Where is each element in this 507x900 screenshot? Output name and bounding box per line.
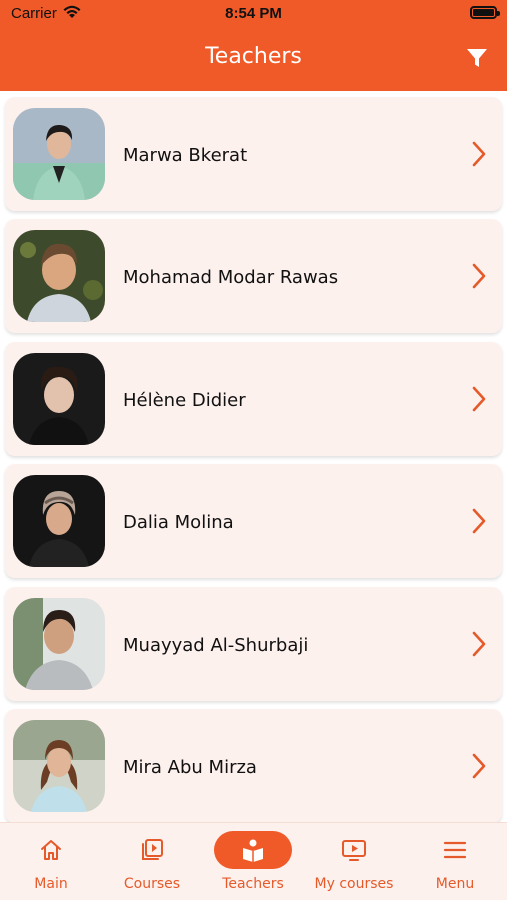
chevron-right-icon xyxy=(472,386,486,412)
teacher-name: Mohamad Modar Rawas xyxy=(123,267,339,288)
tab-my-courses[interactable]: My courses xyxy=(304,823,404,900)
teacher-avatar xyxy=(13,598,105,690)
teacher-name: Hélène Didier xyxy=(123,390,246,411)
teacher-avatar xyxy=(13,108,105,200)
chevron-right-icon xyxy=(472,631,486,657)
tab-courses[interactable]: Courses xyxy=(102,823,202,900)
teacher-name: Mira Abu Mirza xyxy=(123,757,257,778)
page-title: Teachers xyxy=(205,44,302,69)
status-bar: Carrier 8:54 PM xyxy=(0,0,507,30)
chevron-right-icon xyxy=(472,263,486,289)
teacher-avatar xyxy=(13,475,105,567)
teacher-name: Dalia Molina xyxy=(123,512,234,533)
teacher-card[interactable]: Marwa Bkerat xyxy=(5,97,502,211)
bottom-tab-bar: Main Courses Teachers My courses Menu xyxy=(0,822,507,900)
teacher-card[interactable]: Muayyad Al-Shurbaji xyxy=(5,587,502,701)
teacher-card[interactable]: Mohamad Modar Rawas xyxy=(5,219,502,333)
status-time: 8:54 PM xyxy=(225,5,282,22)
tab-teachers[interactable]: Teachers xyxy=(203,823,303,900)
tab-label: My courses xyxy=(314,876,394,892)
battery-icon xyxy=(470,6,500,19)
teacher-card[interactable]: Dalia Molina xyxy=(5,464,502,578)
courses-icon xyxy=(142,839,163,860)
teacher-icon xyxy=(243,839,263,862)
teacher-card[interactable]: Mira Abu Mirza xyxy=(5,709,502,822)
tab-label: Teachers xyxy=(222,876,284,892)
teacher-name: Muayyad Al-Shurbaji xyxy=(123,635,309,656)
chevron-right-icon xyxy=(472,508,486,534)
home-icon xyxy=(41,840,61,860)
menu-icon xyxy=(443,841,467,859)
tab-menu[interactable]: Menu xyxy=(405,823,505,900)
tab-label: Main xyxy=(34,876,68,892)
filter-icon[interactable] xyxy=(465,46,489,70)
tab-main[interactable]: Main xyxy=(1,823,101,900)
teacher-avatar xyxy=(13,720,105,812)
chevron-right-icon xyxy=(472,141,486,167)
app-header: Carrier 8:54 PM Teachers xyxy=(0,0,507,91)
tab-label: Menu xyxy=(435,876,475,892)
chevron-right-icon xyxy=(472,753,486,779)
tab-label: Courses xyxy=(123,876,181,892)
teacher-avatar xyxy=(13,230,105,322)
teacher-name: Marwa Bkerat xyxy=(123,145,248,166)
teacher-list[interactable]: Marwa Bkerat Mohamad Modar Rawas Hélène … xyxy=(0,91,507,822)
video-icon xyxy=(342,840,366,861)
teacher-avatar xyxy=(13,353,105,445)
teacher-card[interactable]: Hélène Didier xyxy=(5,342,502,456)
